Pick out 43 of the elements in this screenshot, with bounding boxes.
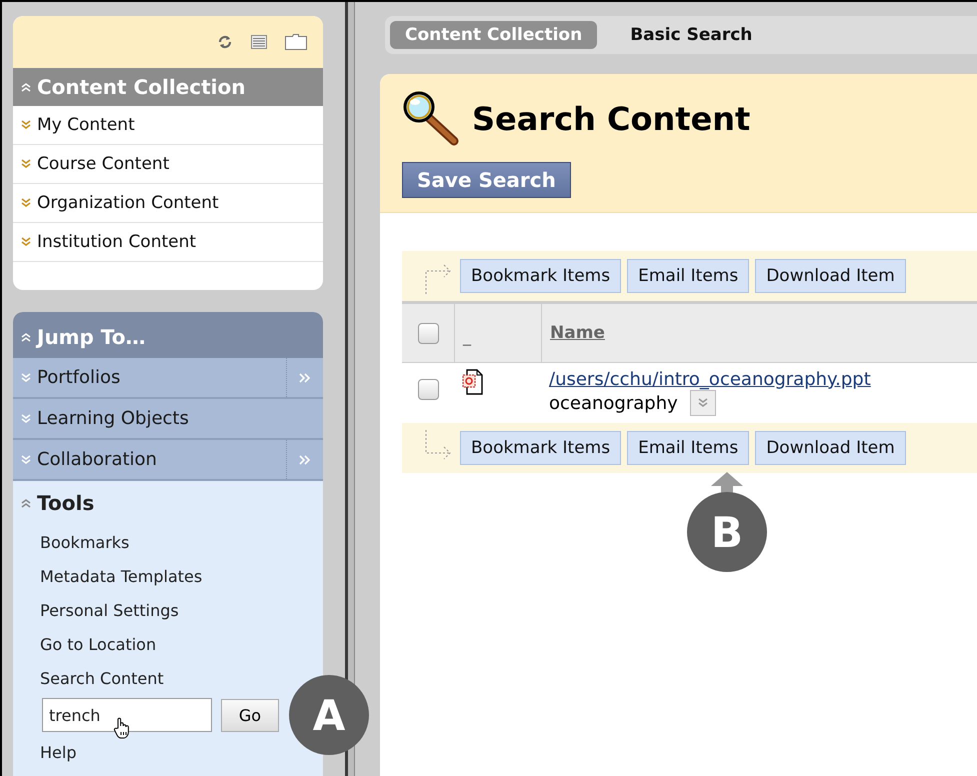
hand-cursor-icon: [113, 717, 131, 739]
callout-badge: A: [289, 675, 369, 755]
action-button[interactable]: Email Items: [627, 259, 750, 293]
callout-badge: B: [687, 492, 767, 572]
menu-link[interactable]: Organization Content: [37, 193, 219, 213]
menu-link[interactable]: My Content: [37, 115, 135, 135]
file-link[interactable]: /users/cchu/intro_oceanography.ppt: [549, 369, 977, 390]
tool-link[interactable]: Metadata Templates: [40, 566, 202, 586]
refresh-icon[interactable]: [217, 34, 233, 50]
menu-link[interactable]: Institution Content: [37, 232, 196, 252]
action-button[interactable]: Download Item: [755, 259, 906, 293]
keyword-text: oceanography: [549, 392, 678, 414]
section-title: Jump To…: [37, 325, 146, 349]
chevron-icon: [698, 398, 708, 408]
page-title: Search Content: [472, 100, 750, 138]
magnifier-icon: [402, 90, 460, 148]
folder-icon[interactable]: [285, 34, 307, 50]
section-title: Tools: [37, 491, 94, 515]
tool-link[interactable]: Help: [40, 742, 76, 762]
expand-button[interactable]: [690, 390, 716, 416]
save-search-button[interactable]: Save Search: [402, 162, 571, 198]
tool-link[interactable]: Search Content: [40, 668, 164, 688]
breadcrumb-tab[interactable]: Basic Search: [615, 21, 768, 49]
column-header: _: [463, 327, 471, 346]
action-button[interactable]: Download Item: [755, 431, 906, 465]
list-icon[interactable]: [251, 35, 267, 49]
row-checkbox[interactable]: [418, 379, 438, 400]
select-all-checkbox[interactable]: [418, 322, 438, 344]
tool-link[interactable]: Go to Location: [40, 634, 156, 654]
tool-link[interactable]: Bookmarks: [40, 532, 130, 552]
action-button[interactable]: Bookmark Items: [460, 431, 622, 465]
search-field[interactable]: trench: [42, 698, 212, 732]
action-button[interactable]: Email Items: [627, 431, 750, 465]
section-title: Content Collection: [37, 75, 246, 99]
action-button[interactable]: Bookmark Items: [460, 259, 622, 293]
double-arrow-icon[interactable]: [299, 454, 311, 464]
double-arrow-icon[interactable]: [299, 372, 311, 382]
go-button[interactable]: Go: [221, 698, 279, 732]
column-header[interactable]: Name: [550, 323, 605, 343]
tool-link[interactable]: Personal Settings: [40, 600, 179, 620]
presentation-file-icon: [462, 369, 484, 395]
splitter-bar[interactable]: [345, 2, 355, 776]
menu-link[interactable]: Course Content: [37, 154, 170, 174]
